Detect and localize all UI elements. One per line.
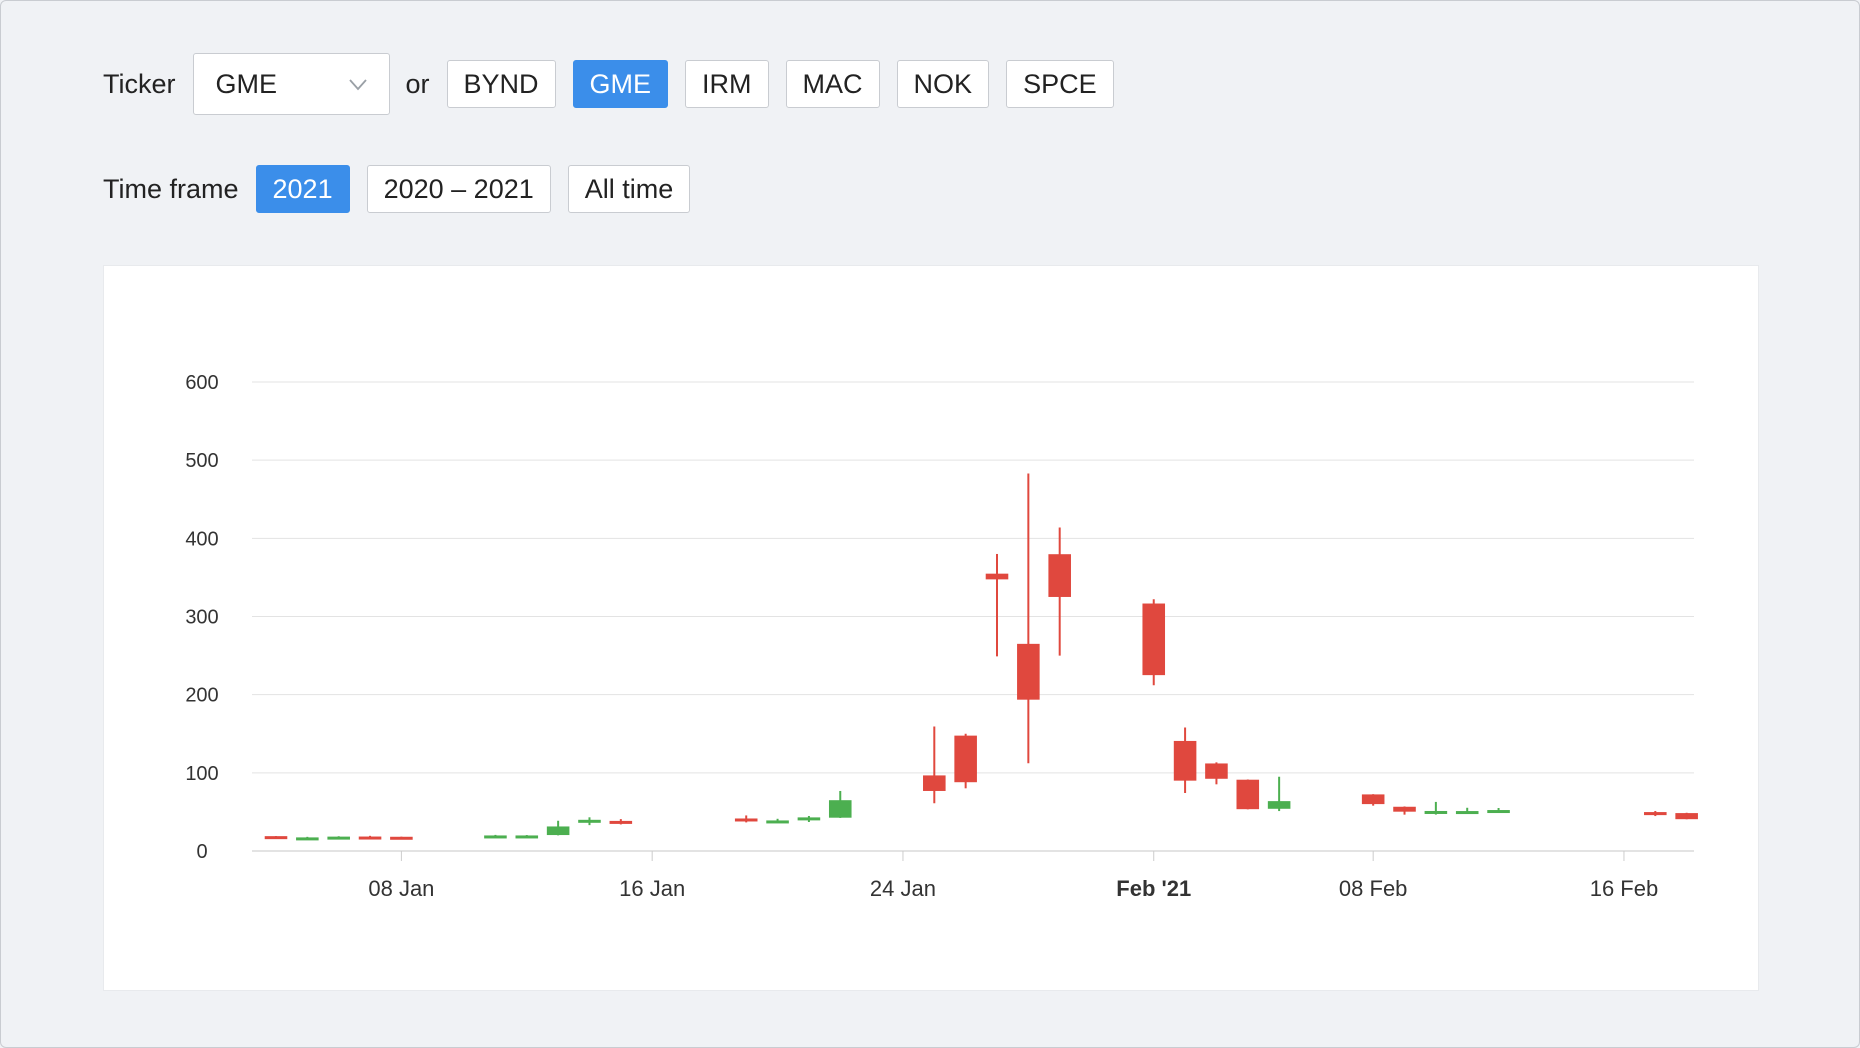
ticker-button-mac[interactable]: MAC bbox=[785, 60, 880, 108]
x-tick-label: 16 Jan bbox=[619, 876, 685, 901]
ticker-row: Ticker GME or BYND GME IRM MAC NOK SPCE bbox=[103, 53, 1131, 115]
candle-body bbox=[1267, 801, 1291, 809]
ticker-button-gme[interactable]: GME bbox=[572, 60, 669, 108]
candle-body bbox=[1487, 810, 1510, 814]
candle-body bbox=[923, 775, 946, 791]
y-tick-label: 600 bbox=[185, 372, 218, 394]
y-tick-label: 400 bbox=[185, 528, 218, 550]
y-tick-label: 300 bbox=[185, 607, 218, 629]
candle-body bbox=[985, 573, 1009, 580]
timeframe-row: Time frame 2021 2020 – 2021 All time bbox=[103, 165, 707, 213]
candle-body bbox=[390, 836, 413, 840]
candle-body bbox=[1236, 779, 1260, 810]
candle-body bbox=[1017, 643, 1040, 700]
timeframe-button-2020-2021[interactable]: 2020 – 2021 bbox=[366, 165, 551, 213]
ticker-button-bynd[interactable]: BYND bbox=[446, 60, 556, 108]
candle-body bbox=[484, 835, 507, 839]
candle-body bbox=[1424, 810, 1448, 814]
y-tick-label: 500 bbox=[185, 450, 218, 472]
ticker-select[interactable]: GME bbox=[192, 53, 390, 115]
candle-body bbox=[797, 817, 821, 821]
candle-body bbox=[1205, 763, 1228, 779]
candle-body bbox=[578, 819, 601, 823]
y-tick-label: 0 bbox=[196, 841, 207, 863]
candle-body bbox=[828, 800, 852, 818]
candle-body bbox=[954, 735, 977, 783]
x-tick-label: Feb '21 bbox=[1116, 876, 1191, 901]
x-tick-label: 08 Jan bbox=[368, 876, 434, 901]
candle-body bbox=[734, 818, 758, 822]
candle-body bbox=[766, 820, 789, 824]
y-tick-label: 200 bbox=[185, 685, 218, 707]
candle-body bbox=[296, 837, 319, 841]
candle-body bbox=[1644, 812, 1667, 816]
candle-body bbox=[1048, 554, 1071, 597]
x-tick-label: 16 Feb bbox=[1590, 876, 1659, 901]
ticker-select-value: GME bbox=[215, 68, 278, 99]
candle-body bbox=[1393, 806, 1416, 812]
ticker-button-nok[interactable]: NOK bbox=[896, 60, 990, 108]
app-frame: Ticker GME or BYND GME IRM MAC NOK SPCE … bbox=[0, 0, 1860, 1048]
candle-body bbox=[358, 836, 382, 840]
candlestick-chart: 0 100 200 300 400 500 600 08 Jan 16 Jan 24 Jan Feb… bbox=[185, 372, 1698, 901]
candle-body bbox=[1361, 794, 1385, 805]
candle-body bbox=[1142, 603, 1166, 676]
chevron-down-icon bbox=[348, 79, 367, 91]
candle-body bbox=[264, 836, 288, 840]
timeframe-button-2021[interactable]: 2021 bbox=[255, 165, 350, 213]
ticker-button-irm[interactable]: IRM bbox=[685, 60, 769, 108]
y-tick-label: 100 bbox=[185, 763, 218, 785]
candle-body bbox=[1173, 740, 1197, 781]
timeframe-label: Time frame bbox=[103, 173, 239, 204]
or-label: or bbox=[405, 68, 430, 99]
chart-panel: 0 100 200 300 400 500 600 08 Jan 16 Jan 24 Jan Feb… bbox=[103, 265, 1759, 991]
candle-body bbox=[327, 836, 350, 840]
x-tick-label: 24 Jan bbox=[870, 876, 936, 901]
candle-body bbox=[609, 820, 633, 824]
candle-body bbox=[1455, 811, 1479, 815]
ticker-button-spce[interactable]: SPCE bbox=[1006, 60, 1114, 108]
candle-body bbox=[515, 835, 539, 839]
candle-body bbox=[1675, 813, 1698, 820]
x-tick-label: 08 Feb bbox=[1339, 876, 1408, 901]
ticker-label: Ticker bbox=[103, 68, 176, 99]
candle-body bbox=[546, 826, 570, 836]
timeframe-button-all-time[interactable]: All time bbox=[567, 165, 691, 213]
